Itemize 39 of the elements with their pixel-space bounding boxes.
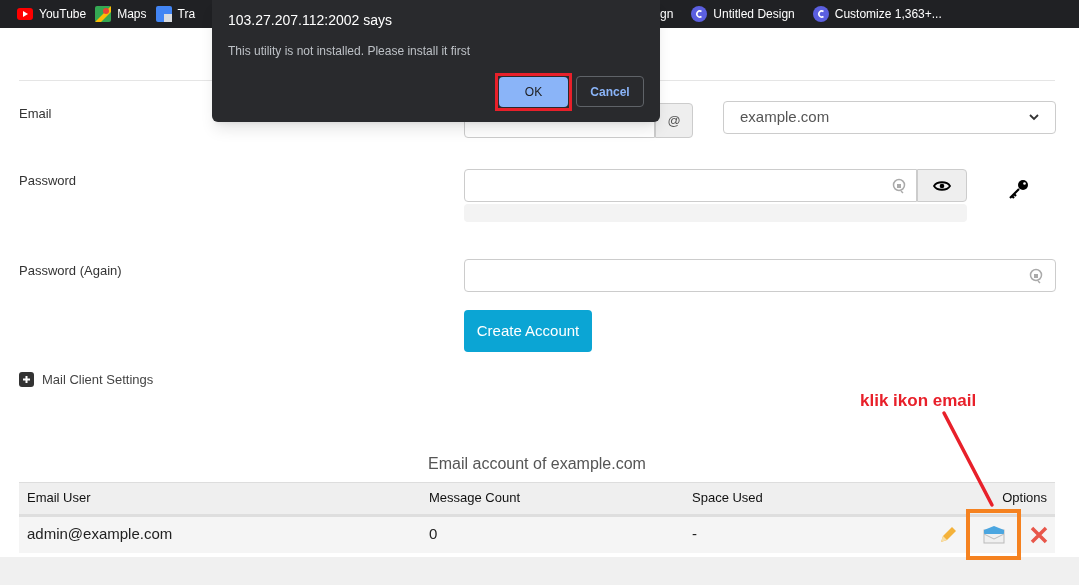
annotation-text: klik ikon email [860,390,977,412]
play-icon [17,8,33,20]
plus-icon[interactable] [19,372,34,388]
table-cell-text: - [692,524,698,545]
column-header: Message Count [429,489,522,508]
domain-select[interactable]: example.com [723,101,1056,134]
circle-logo-icon [812,6,829,22]
bookmark-label[interactable]: YouTube [39,5,87,23]
field-label: Email [19,105,53,123]
show-password-button[interactable] [917,169,967,202]
bookmark-label[interactable]: Maps [117,5,147,23]
delete-icon[interactable] [1029,524,1049,545]
field-label: Password (Again) [19,262,123,280]
table-cell-text: 0 [429,524,439,545]
eye-icon [933,179,951,192]
ok-button[interactable]: OK [499,77,568,107]
bookmark-label[interactable]: gn [660,5,674,23]
at-addon: @ [655,103,693,138]
bookmark-label[interactable]: Tra [177,5,196,23]
password-again-input-field[interactable] [464,259,1056,292]
column-header: Options [1001,489,1047,508]
circle-logo-icon [691,6,708,22]
table-cell-text: admin@example.com [27,524,174,545]
bookmark-label[interactable]: Customize 1,363+... [834,5,942,23]
mail-client-settings-link[interactable]: Mail Client Settings [42,370,154,390]
field-label: Password [19,172,78,190]
password-input-field[interactable] [464,169,917,202]
cancel-button[interactable]: Cancel [576,76,644,107]
pencil-icon[interactable] [938,524,958,545]
dialog-message: This utility is not installed. Please install it first [228,43,472,60]
column-header: Space Used [692,489,764,508]
dialog-title: 103.27.207.112:2002 says [228,11,393,30]
map-pin-icon [95,6,112,22]
envelope-icon[interactable] [982,525,1005,544]
key-icon [1008,178,1030,200]
chevron-down-icon [1029,114,1039,121]
table-title: Email account of example.com [428,453,646,474]
column-header: Email User [27,489,92,508]
bookmark-label[interactable]: Untitled Design [713,5,795,23]
